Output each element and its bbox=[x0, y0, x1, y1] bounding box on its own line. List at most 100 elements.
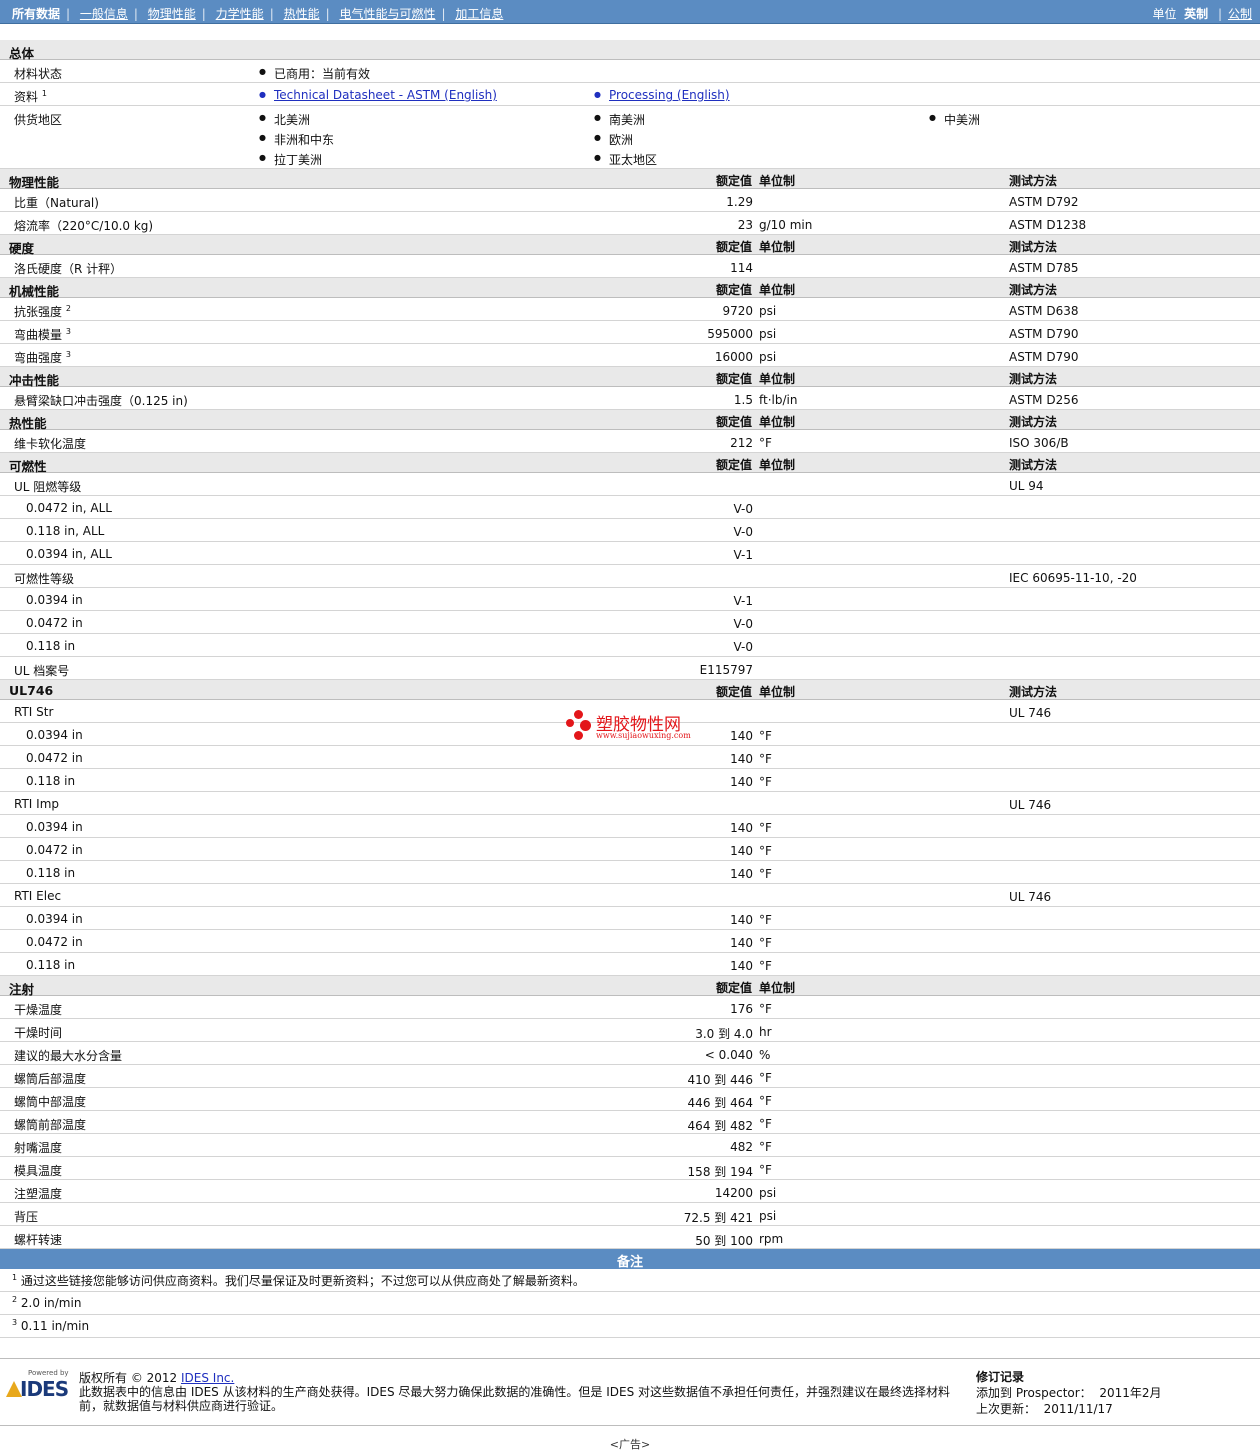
header-method: 测试方法 bbox=[1009, 458, 1058, 472]
processing-link[interactable]: Processing (English) bbox=[594, 88, 730, 102]
property-label: RTI Str bbox=[14, 705, 53, 719]
property-label-text: 干燥温度 bbox=[14, 1003, 63, 1017]
property-label-text: RTI Str bbox=[14, 705, 54, 719]
property-label-text: 螺筒中部温度 bbox=[14, 1095, 87, 1109]
unit-metric-link[interactable]: 公制 bbox=[1228, 7, 1252, 21]
watermark-dot bbox=[566, 719, 574, 727]
header-unit: 单位制 bbox=[759, 283, 796, 297]
tab-physical[interactable]: 物理性能 bbox=[148, 7, 196, 21]
tab-separator: | bbox=[269, 7, 274, 21]
property-row: 可燃性等级 IEC 60695-11-10, -20 bbox=[0, 565, 1260, 588]
property-unit: °F bbox=[759, 844, 772, 858]
test-method: ASTM D256 bbox=[1009, 393, 1079, 407]
header-unit: 单位制 bbox=[759, 415, 796, 429]
note-number: 1 bbox=[12, 1273, 18, 1282]
property-label-text: 洛氏硬度（R 计秤） bbox=[14, 262, 123, 276]
property-label-text: 0.118 in, ALL bbox=[26, 524, 105, 538]
tab-thermal[interactable]: 热性能 bbox=[284, 7, 320, 21]
test-method: ASTM D785 bbox=[1009, 261, 1079, 275]
tab-separator: | bbox=[201, 7, 206, 21]
updated-line: 上次更新： 2011/11/17 bbox=[976, 1401, 1162, 1417]
property-row: 0.118 in 140 °F bbox=[0, 953, 1260, 976]
property-value: V-1 bbox=[733, 594, 753, 608]
property-unit: °F bbox=[759, 936, 772, 950]
property-label: 弯曲强度 3 bbox=[14, 349, 71, 366]
tab-processing[interactable]: 加工信息 bbox=[455, 7, 503, 21]
property-label: UL 档案号 bbox=[14, 662, 69, 679]
property-value: 72.5 到 421 bbox=[683, 1211, 753, 1225]
region-item: 拉丁美洲 bbox=[259, 151, 322, 168]
unit-english-selected: 英制 bbox=[1184, 7, 1209, 21]
property-label-text: 弯曲强度 bbox=[14, 351, 63, 365]
property-label-text: UL 档案号 bbox=[14, 664, 70, 678]
watermark-dot bbox=[574, 710, 583, 719]
test-method: ASTM D790 bbox=[1009, 327, 1079, 341]
region-item: 非洲和中东 bbox=[259, 131, 334, 148]
property-value: 140 bbox=[730, 844, 753, 858]
property-value: 410 到 446 bbox=[687, 1073, 753, 1087]
tab-all-data[interactable]: 所有数据 bbox=[12, 7, 60, 21]
property-label: 螺筒前部温度 bbox=[14, 1116, 86, 1133]
property-row: 0.118 in V-0 bbox=[0, 634, 1260, 657]
test-method: UL 746 bbox=[1009, 706, 1052, 720]
header-method: 测试方法 bbox=[1009, 240, 1058, 254]
property-label-text: 悬臂梁缺口冲击强度（0.125 in) bbox=[14, 394, 188, 408]
property-label-text: 0.118 in bbox=[26, 774, 76, 788]
header-value: 额定值 bbox=[715, 283, 752, 297]
property-row: 0.0472 in 140 °F bbox=[0, 746, 1260, 769]
property-label-text: UL 阻燃等级 bbox=[14, 480, 82, 494]
property-label: 0.0394 in bbox=[26, 593, 83, 607]
property-label: 螺筒中部温度 bbox=[14, 1093, 86, 1110]
property-value: 482 bbox=[730, 1140, 753, 1154]
property-row: 熔流率（220°C/10.0 kg) 23 g/10 min ASTM D1238 bbox=[0, 212, 1260, 235]
property-unit: °F bbox=[759, 1140, 772, 1154]
section-tabs: 所有数据 | 一般信息 | 物理性能 | 力学性能 | 热性能 | 电气性能与可燃性 | 加… bbox=[12, 5, 503, 22]
property-label: 模具温度 bbox=[14, 1162, 62, 1179]
property-label-text: 0.0472 in, ALL bbox=[26, 501, 112, 515]
property-label: 干燥时间 bbox=[14, 1024, 62, 1041]
unit-switcher: 单位 英制 | 公制 bbox=[1152, 5, 1252, 22]
property-row: 比重（Natural) 1.29 ASTM D792 bbox=[0, 189, 1260, 212]
property-label-text: 0.0394 in bbox=[26, 912, 83, 926]
property-label: 0.0472 in bbox=[26, 751, 83, 765]
company-link[interactable]: IDES Inc. bbox=[181, 1371, 234, 1385]
property-label: 背压 bbox=[14, 1208, 38, 1225]
updated-label: 上次更新： bbox=[976, 1402, 1037, 1416]
header-unit: 单位制 bbox=[759, 372, 796, 386]
property-label: 0.0394 in bbox=[26, 820, 83, 834]
row-material-status: 材料状态 已商用：当前有效 bbox=[0, 60, 1260, 83]
tab-electrical-flammability[interactable]: 电气性能与可燃性 bbox=[339, 7, 435, 21]
note-number: 2 bbox=[12, 1295, 18, 1304]
footnote-ref: 3 bbox=[65, 327, 71, 336]
property-unit: °F bbox=[759, 1071, 772, 1085]
tab-separator: | bbox=[66, 7, 71, 21]
property-row: 0.118 in, ALL V-0 bbox=[0, 519, 1260, 542]
watermark-dot bbox=[574, 731, 583, 740]
tab-general-info[interactable]: 一般信息 bbox=[80, 7, 128, 21]
region-item: 亚太地区 bbox=[594, 151, 657, 168]
property-value: 14200 bbox=[714, 1186, 753, 1200]
section-header: 硬度 额定值 单位制 测试方法 bbox=[0, 235, 1260, 256]
property-label-text: 0.0394 in, ALL bbox=[26, 547, 112, 561]
section-title: UL746 bbox=[9, 683, 54, 698]
added-value: 2011年2月 bbox=[1099, 1386, 1162, 1400]
property-row: 洛氏硬度（R 计秤） 114 ASTM D785 bbox=[0, 255, 1260, 278]
property-value: 140 bbox=[730, 936, 753, 950]
technical-datasheet-link[interactable]: Technical Datasheet - ASTM (English) bbox=[259, 88, 497, 102]
header-method: 测试方法 bbox=[1009, 685, 1058, 699]
property-label: 0.0394 in bbox=[26, 912, 83, 926]
ides-logo[interactable]: Powered by IDES bbox=[6, 1369, 70, 1405]
property-value: 140 bbox=[730, 752, 753, 766]
property-unit: °F bbox=[759, 436, 772, 450]
tab-mechanical[interactable]: 力学性能 bbox=[216, 7, 264, 21]
property-value: V-1 bbox=[733, 548, 753, 562]
property-unit: °F bbox=[759, 959, 772, 973]
property-unit: psi bbox=[759, 1209, 777, 1223]
region-item: 南美洲 bbox=[594, 111, 645, 128]
property-label: 螺筒后部温度 bbox=[14, 1070, 86, 1087]
property-label: 0.0472 in, ALL bbox=[26, 501, 112, 515]
header-unit: 单位制 bbox=[759, 240, 796, 254]
test-method: UL 746 bbox=[1009, 798, 1052, 812]
property-label-text: 熔流率（220°C/10.0 kg) bbox=[14, 219, 154, 233]
property-label-text: 射嘴温度 bbox=[14, 1141, 63, 1155]
